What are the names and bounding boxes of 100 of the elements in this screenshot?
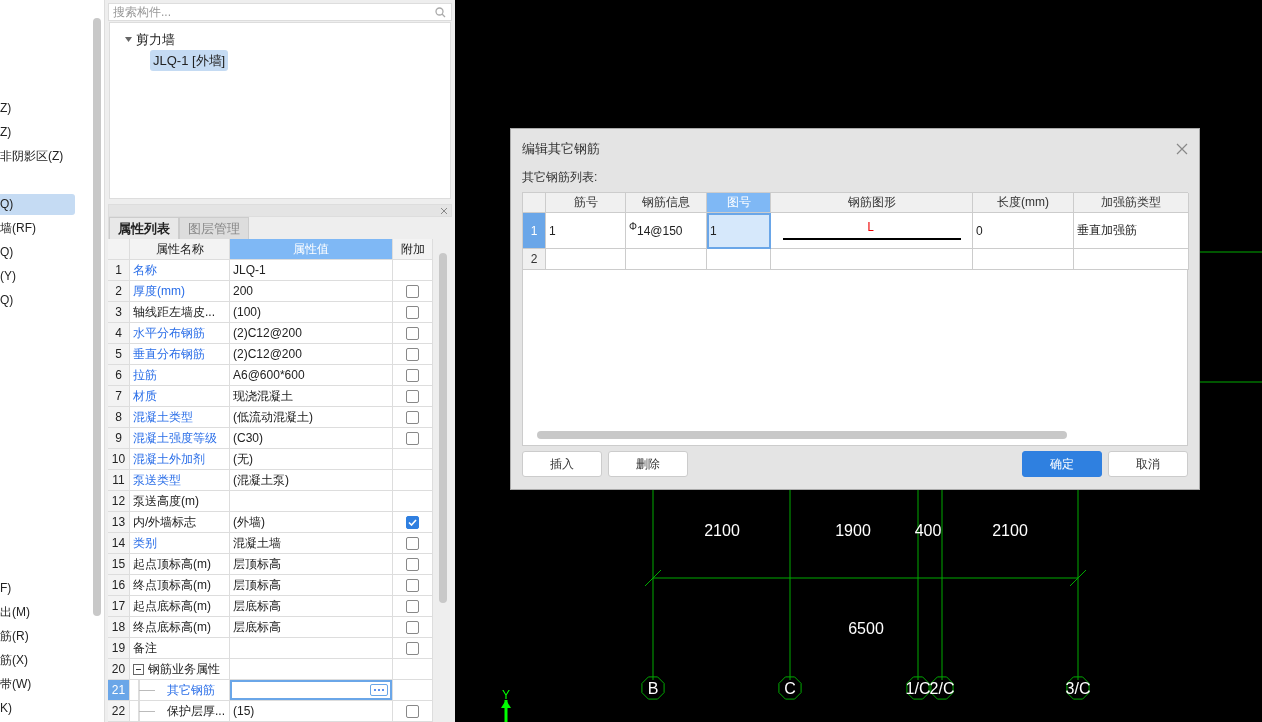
row-number[interactable]: 8	[108, 407, 130, 428]
cancel-button[interactable]: 取消	[1108, 451, 1188, 477]
list-item[interactable]: 筋(R)	[0, 626, 90, 647]
property-value: 200	[230, 281, 393, 302]
more-button[interactable]	[370, 684, 388, 696]
row-number[interactable]: 2	[523, 249, 546, 270]
tree-item[interactable]: 剪力墙	[122, 29, 178, 50]
dialog-button[interactable]: 删除	[608, 451, 688, 477]
property-value: (低流动混凝土)	[230, 407, 393, 428]
property-value: 层顶标高	[230, 575, 393, 596]
row-number[interactable]: 11	[108, 470, 130, 491]
row-number[interactable]: 5	[108, 344, 130, 365]
property-label: 起点底标高(m)	[133, 597, 211, 615]
checkbox[interactable]	[406, 410, 419, 424]
close-icon[interactable]	[440, 206, 448, 215]
checkbox[interactable]	[406, 347, 419, 361]
table-cell: 0	[973, 213, 1074, 249]
tab[interactable]: 属性列表	[109, 217, 179, 239]
row-number[interactable]: 1	[108, 260, 130, 281]
header-cell: 属性名称	[130, 239, 230, 260]
row-number[interactable]: 20	[108, 659, 130, 680]
row-number[interactable]: 22	[108, 701, 130, 722]
tree-item[interactable]: JLQ-1 [外墙]	[150, 50, 229, 71]
checkbox[interactable]	[406, 368, 419, 382]
row-number[interactable]: 13	[108, 512, 130, 533]
checkbox[interactable]	[406, 326, 419, 340]
column-header[interactable]: 长度(mm)	[973, 193, 1074, 213]
rebar-shape-drawing: L	[780, 219, 963, 242]
property-value: (100)	[230, 302, 393, 323]
list-item[interactable]: Z)	[0, 122, 90, 143]
checkbox[interactable]	[406, 641, 419, 655]
header-cell: 属性值	[230, 239, 393, 260]
list-item[interactable]: 墙(RF)	[0, 218, 90, 239]
row-number[interactable]: 6	[108, 365, 130, 386]
list-item[interactable]: Q)	[0, 242, 90, 263]
property-value: (2)C12@200	[230, 323, 393, 344]
property-label: 泵送类型	[133, 471, 181, 489]
checkbox[interactable]	[406, 536, 419, 550]
row-number[interactable]: 12	[108, 491, 130, 512]
property-value: (2)C12@200	[230, 344, 393, 365]
ok-button[interactable]: 确定	[1022, 451, 1102, 477]
row-number[interactable]: 15	[108, 554, 130, 575]
property-label: 钢筋业务属性	[148, 660, 220, 678]
value-field[interactable]	[230, 680, 392, 700]
property-label: 保护层厚...	[167, 702, 225, 720]
column-header[interactable]: 钢筋信息	[626, 193, 707, 213]
table-cell[interactable]	[707, 249, 771, 270]
dialog-button[interactable]: 插入	[522, 451, 602, 477]
list-item[interactable]: Q)	[0, 290, 90, 311]
list-item[interactable]: Q)	[0, 194, 75, 215]
row-number[interactable]: 19	[108, 638, 130, 659]
table-cell[interactable]: 1	[707, 213, 771, 249]
column-header[interactable]: 筋号	[546, 193, 626, 213]
row-number[interactable]: 16	[108, 575, 130, 596]
checkbox[interactable]	[406, 599, 419, 613]
list-item[interactable]: 筋(X)	[0, 650, 90, 671]
tree-line	[137, 680, 157, 700]
close-icon[interactable]	[1176, 143, 1188, 155]
row-number[interactable]: 14	[108, 533, 130, 554]
property-label: 终点底标高(m)	[133, 618, 211, 636]
list-item[interactable]: K)	[0, 698, 90, 719]
search-field[interactable]: 搜索构件...	[108, 3, 452, 21]
list-item[interactable]: (Y)	[0, 266, 90, 287]
collapse-icon[interactable]	[133, 663, 144, 675]
row-number[interactable]: 2	[108, 281, 130, 302]
tree-line	[137, 701, 157, 721]
row-number[interactable]: 7	[108, 386, 130, 407]
checkbox[interactable]	[406, 284, 419, 298]
row-number[interactable]: 17	[108, 596, 130, 617]
property-label: 拉筋	[133, 366, 157, 384]
column-header[interactable]: 钢筋图形	[771, 193, 973, 213]
axis-marker: C	[778, 676, 802, 700]
table-cell: 垂直加强筋	[1074, 213, 1189, 249]
section-label: 其它钢筋列表:	[522, 169, 599, 186]
property-label: 轴线距左墙皮...	[133, 303, 215, 321]
list-item[interactable]: 带(W)	[0, 674, 90, 695]
list-item[interactable]: F)	[0, 578, 90, 599]
axis-marker: 3/C	[1065, 676, 1091, 700]
checkbox[interactable]	[406, 389, 419, 403]
property-label: 终点顶标高(m)	[133, 576, 211, 594]
property-label: 混凝土外加剂	[133, 450, 205, 468]
list-item[interactable]: 出(M)	[0, 602, 90, 623]
table-cell	[393, 470, 433, 491]
checkbox[interactable]	[406, 431, 419, 445]
row-number[interactable]: 18	[108, 617, 130, 638]
row-number[interactable]: 9	[108, 428, 130, 449]
checkbox[interactable]	[406, 578, 419, 592]
column-header[interactable]: 加强筋类型	[1074, 193, 1189, 213]
list-item[interactable]: Z)	[0, 98, 90, 119]
checkbox[interactable]	[406, 620, 419, 634]
row-number[interactable]: 10	[108, 449, 130, 470]
checkbox[interactable]	[406, 704, 419, 718]
property-value: (15)	[230, 701, 393, 722]
checkbox[interactable]	[406, 557, 419, 571]
grid-line	[1199, 251, 1262, 253]
checkbox[interactable]	[406, 305, 419, 319]
checkbox[interactable]	[406, 515, 419, 529]
list-item[interactable]: 非阴影区(Z)	[0, 146, 90, 167]
row-number[interactable]: 3	[108, 302, 130, 323]
row-number[interactable]: 4	[108, 323, 130, 344]
